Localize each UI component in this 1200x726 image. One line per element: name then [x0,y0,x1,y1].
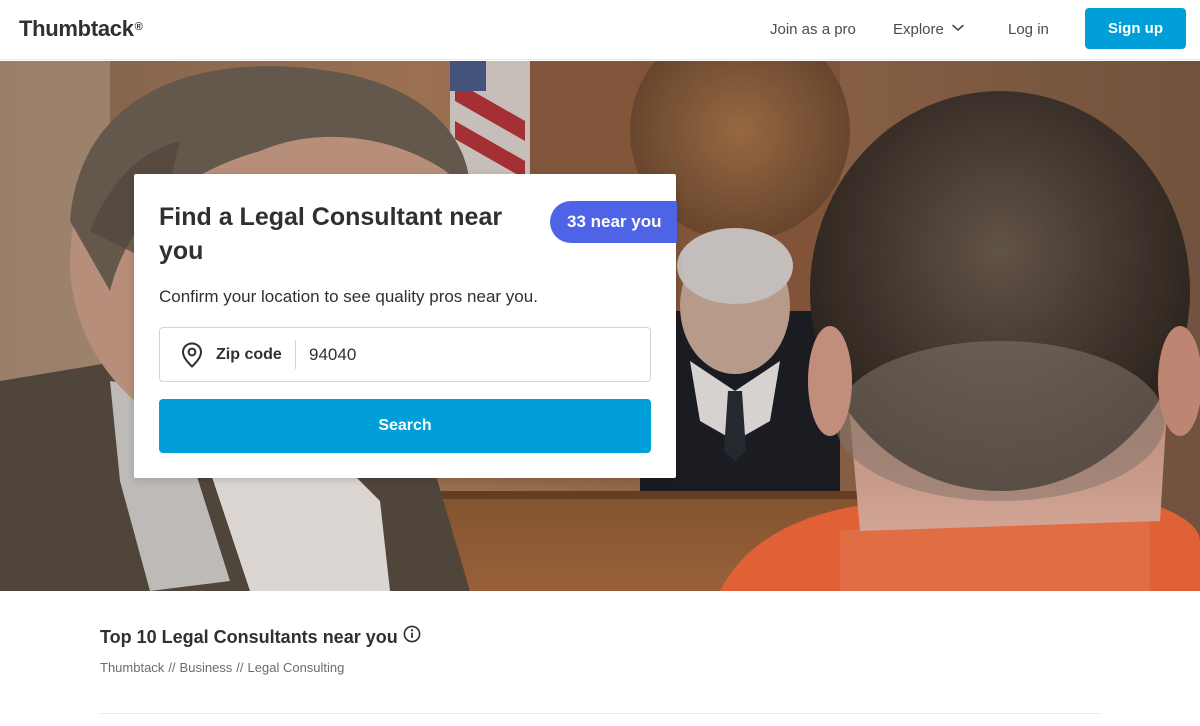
listing-title: Top 10 Legal Consultants near you [100,627,398,647]
breadcrumb-separator: // [236,660,244,675]
search-button[interactable]: Search [159,399,651,453]
breadcrumb: Thumbtack//Business//Legal Consulting [100,660,344,676]
zip-code-label: Zip code [216,346,282,363]
breadcrumb-thumbtack[interactable]: Thumbtack [100,660,164,675]
section-divider [100,713,1100,714]
logo-text[interactable]: Thumbtack [19,16,134,41]
explore-menu[interactable]: Explore [893,20,964,40]
zip-code-field[interactable]: Zip code [159,327,651,382]
pros-near-you-badge: 33 near you [550,201,677,243]
registered-mark: ® [134,21,143,33]
breadcrumb-business[interactable]: Business [180,660,233,675]
join-as-pro-link[interactable]: Join as a pro [770,20,856,40]
page-title: Find a Legal Consultant near you [159,203,503,265]
sign-up-button[interactable]: Sign up [1085,8,1186,49]
top-navigation-bar: Thumbtack® Join as a pro Explore Log in … [0,0,1200,60]
listing-heading: Top 10 Legal Consultants near you [100,625,421,650]
chevron-down-icon[interactable] [952,18,964,38]
breadcrumb-legal-consulting[interactable]: Legal Consulting [248,660,345,675]
location-prompt: Confirm your location to see quality pro… [159,287,538,306]
hero-banner: Find a Legal Consultant near you 33 near… [0,61,1200,591]
zip-code-input[interactable] [309,341,629,369]
log-in-link[interactable]: Log in [1008,20,1049,40]
search-card: Find a Legal Consultant near you 33 near… [134,174,677,478]
thumbtack-logo[interactable]: Thumbtack® [19,15,143,43]
breadcrumb-separator: // [168,660,176,675]
explore-label[interactable]: Explore [893,21,944,38]
field-divider [295,340,296,369]
info-icon[interactable] [403,625,421,648]
